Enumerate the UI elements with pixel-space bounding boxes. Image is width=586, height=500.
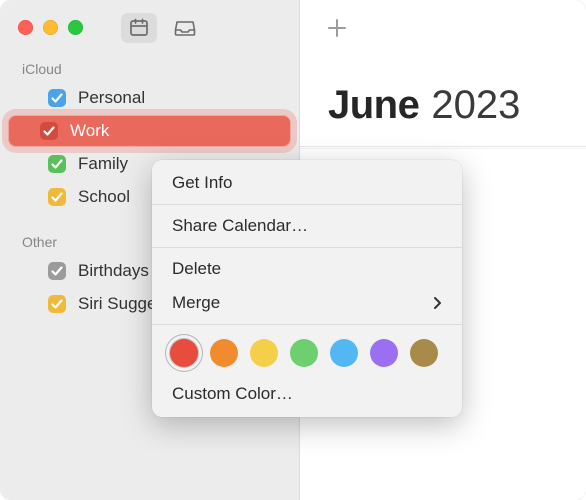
chevron-right-icon bbox=[433, 296, 442, 310]
menu-item-label: Merge bbox=[172, 293, 220, 313]
minimize-window-button[interactable] bbox=[43, 20, 58, 35]
calendar-context-menu: Get Info Share Calendar… Delete Merge Cu… bbox=[152, 160, 462, 417]
month-label: June bbox=[328, 83, 419, 128]
close-window-button[interactable] bbox=[18, 20, 33, 35]
menu-item-merge[interactable]: Merge bbox=[152, 286, 462, 320]
menu-separator bbox=[152, 204, 462, 205]
calendar-checkbox[interactable] bbox=[48, 188, 66, 206]
calendars-toggle-button[interactable] bbox=[121, 13, 157, 43]
calendar-icon bbox=[129, 18, 149, 38]
calendar-name-label: Birthdays bbox=[78, 261, 149, 281]
sidebar-calendar-item[interactable]: Personal bbox=[8, 82, 291, 114]
calendar-checkbox[interactable] bbox=[48, 295, 66, 313]
color-swatch[interactable] bbox=[250, 339, 278, 367]
calendar-checkbox[interactable] bbox=[48, 262, 66, 280]
color-swatch[interactable] bbox=[330, 339, 358, 367]
color-swatch[interactable] bbox=[370, 339, 398, 367]
date-header: June 2023 bbox=[300, 55, 586, 146]
menu-item-custom-color[interactable]: Custom Color… bbox=[152, 377, 462, 411]
add-event-button[interactable] bbox=[322, 13, 352, 43]
calendar-checkbox[interactable] bbox=[48, 89, 66, 107]
menu-item-get-info[interactable]: Get Info bbox=[152, 166, 462, 200]
color-swatch[interactable] bbox=[290, 339, 318, 367]
menu-separator bbox=[152, 247, 462, 248]
app-window: iCloudPersonalWorkFamilySchoolOtherBirth… bbox=[0, 0, 586, 500]
calendar-name-label: School bbox=[78, 187, 130, 207]
calendar-checkbox[interactable] bbox=[48, 155, 66, 173]
sidebar-toolbar bbox=[0, 0, 299, 55]
zoom-window-button[interactable] bbox=[68, 20, 83, 35]
main-toolbar bbox=[300, 0, 586, 55]
menu-item-label: Get Info bbox=[172, 173, 232, 193]
color-swatch[interactable] bbox=[210, 339, 238, 367]
inbox-icon bbox=[174, 18, 196, 38]
menu-item-label: Custom Color… bbox=[172, 384, 293, 404]
menu-item-label: Share Calendar… bbox=[172, 216, 308, 236]
color-swatch[interactable] bbox=[170, 339, 198, 367]
window-controls bbox=[18, 20, 83, 35]
calendar-name-label: Work bbox=[70, 121, 109, 141]
menu-item-label: Delete bbox=[172, 259, 221, 279]
sidebar-calendar-item[interactable]: Work bbox=[8, 115, 291, 147]
year-label: 2023 bbox=[431, 83, 520, 128]
menu-item-delete[interactable]: Delete bbox=[152, 252, 462, 286]
color-swatch-row bbox=[152, 329, 462, 377]
plus-icon bbox=[326, 17, 348, 39]
calendar-name-label: Family bbox=[78, 154, 128, 174]
inbox-button[interactable] bbox=[167, 13, 203, 43]
sidebar-section-label: iCloud bbox=[0, 55, 299, 81]
calendar-name-label: Personal bbox=[78, 88, 145, 108]
color-swatch[interactable] bbox=[410, 339, 438, 367]
menu-separator bbox=[152, 324, 462, 325]
calendar-checkbox[interactable] bbox=[40, 122, 58, 140]
menu-item-share-calendar[interactable]: Share Calendar… bbox=[152, 209, 462, 243]
